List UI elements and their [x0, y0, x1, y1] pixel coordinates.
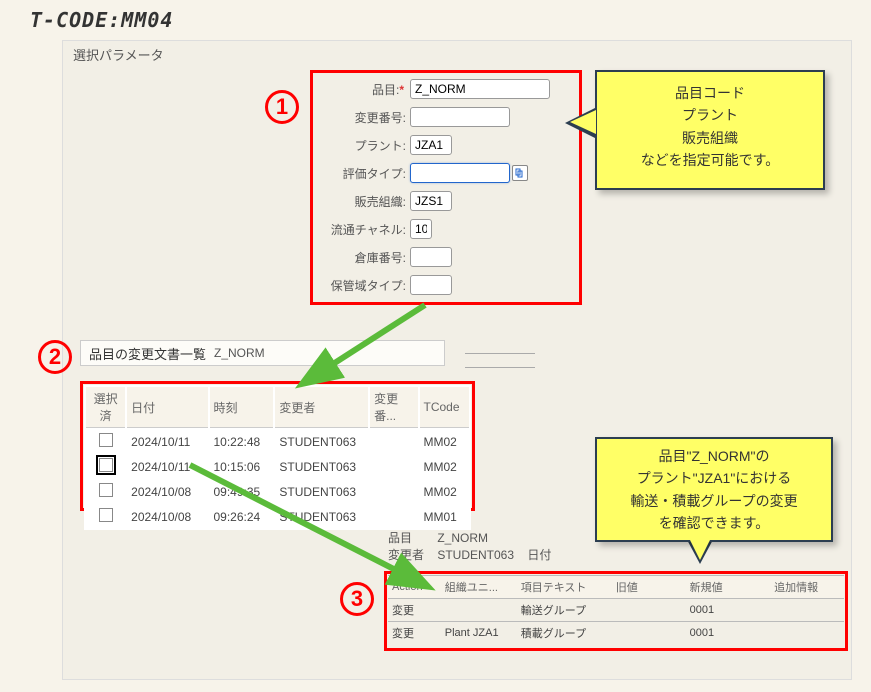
- col-field[interactable]: 項目テキスト: [517, 576, 612, 599]
- change-list-title: 品目の変更文書一覧: [89, 344, 206, 363]
- salesorg-label: 販売組織:: [318, 193, 410, 210]
- distch-input[interactable]: [410, 219, 432, 239]
- callout-2-line: 品目"Z_NORM"の: [607, 445, 821, 467]
- changeno-input[interactable]: [410, 107, 510, 127]
- whno-input[interactable]: [410, 247, 452, 267]
- distch-label: 流通チャネル:: [318, 221, 410, 238]
- col-selected[interactable]: 選択済: [86, 387, 125, 428]
- panel-header: 選択パラメータ: [73, 41, 164, 68]
- callout-1: 品目コード プラント 販売組織 などを指定可能です。: [595, 70, 825, 190]
- required-star-icon: *: [399, 83, 406, 97]
- arrow-1: [250, 300, 450, 400]
- cell-new: 0001: [686, 599, 770, 622]
- table-row[interactable]: 2024/10/11 10:22:48 STUDENT063 MM02: [86, 430, 469, 453]
- step-marker-3: 3: [340, 582, 374, 616]
- callout-1-line: 品目コード: [611, 82, 809, 104]
- callout-2-line: を確認できます。: [607, 512, 821, 534]
- callout-2-tail-fill: [688, 536, 712, 560]
- cell-time: 10:22:48: [210, 430, 274, 453]
- detail-date-label: 日付: [527, 548, 551, 562]
- search-help-icon[interactable]: [512, 165, 528, 181]
- callout-1-line: 販売組織: [611, 127, 809, 149]
- step-marker-1: 1: [265, 90, 299, 124]
- cell-action: 変更: [388, 622, 441, 645]
- plant-label: プラント:: [318, 137, 410, 154]
- cell-field: 輸送グループ: [517, 599, 612, 622]
- material-label: 品目:*: [318, 81, 410, 98]
- callout-1-tail-fill: [570, 110, 596, 134]
- valtype-label: 評価タイプ:: [318, 165, 410, 182]
- cell-field: 積載グループ: [517, 622, 612, 645]
- col-new[interactable]: 新規値: [686, 576, 770, 599]
- cell-old: [612, 599, 686, 622]
- cell-info: [770, 622, 844, 645]
- cell-tcode: MM02: [420, 430, 470, 453]
- plant-input[interactable]: [410, 135, 452, 155]
- storage-input[interactable]: [410, 275, 452, 295]
- table-row[interactable]: 変更 Plant JZA1 積載グループ 0001: [388, 622, 844, 645]
- cell-old: [612, 622, 686, 645]
- step-marker-2: 2: [38, 340, 72, 374]
- callout-2: 品目"Z_NORM"の プラント"JZA1"における 輸送・積載グループの変更 …: [595, 437, 833, 542]
- page-title: T-CODE:MM04: [30, 8, 173, 32]
- cell-info: [770, 599, 844, 622]
- checkbox[interactable]: [99, 508, 113, 522]
- arrow-2: [180, 455, 460, 605]
- callout-1-line: などを指定可能です。: [611, 149, 809, 171]
- decorative-line: [465, 342, 535, 354]
- material-input[interactable]: [410, 79, 550, 99]
- callout-2-line: 輸送・積載グループの変更: [607, 490, 821, 512]
- salesorg-input[interactable]: [410, 191, 452, 211]
- callout-1-line: プラント: [611, 104, 809, 126]
- decorative-line: [465, 356, 535, 368]
- selection-form: 品目:* 変更番号: プラント: 評価タイプ: 販売組織: 流通チャネル: 倉庫…: [318, 78, 574, 302]
- col-old[interactable]: 旧値: [612, 576, 686, 599]
- changeno-label: 変更番号:: [318, 109, 410, 126]
- cell-date: 2024/10/11: [127, 430, 207, 453]
- cell-user: STUDENT063: [275, 430, 368, 453]
- col-info[interactable]: 追加情報: [770, 576, 844, 599]
- checkbox[interactable]: [99, 483, 113, 497]
- valtype-input[interactable]: [410, 163, 510, 183]
- checkbox[interactable]: [99, 458, 113, 472]
- cell-new: 0001: [686, 622, 770, 645]
- cell-org: Plant JZA1: [441, 622, 517, 645]
- callout-2-line: プラント"JZA1"における: [607, 467, 821, 489]
- cell-chgno: [370, 430, 417, 453]
- col-date[interactable]: 日付: [127, 387, 207, 428]
- checkbox[interactable]: [99, 433, 113, 447]
- whno-label: 倉庫番号:: [318, 249, 410, 266]
- storage-label: 保管域タイプ:: [318, 277, 410, 294]
